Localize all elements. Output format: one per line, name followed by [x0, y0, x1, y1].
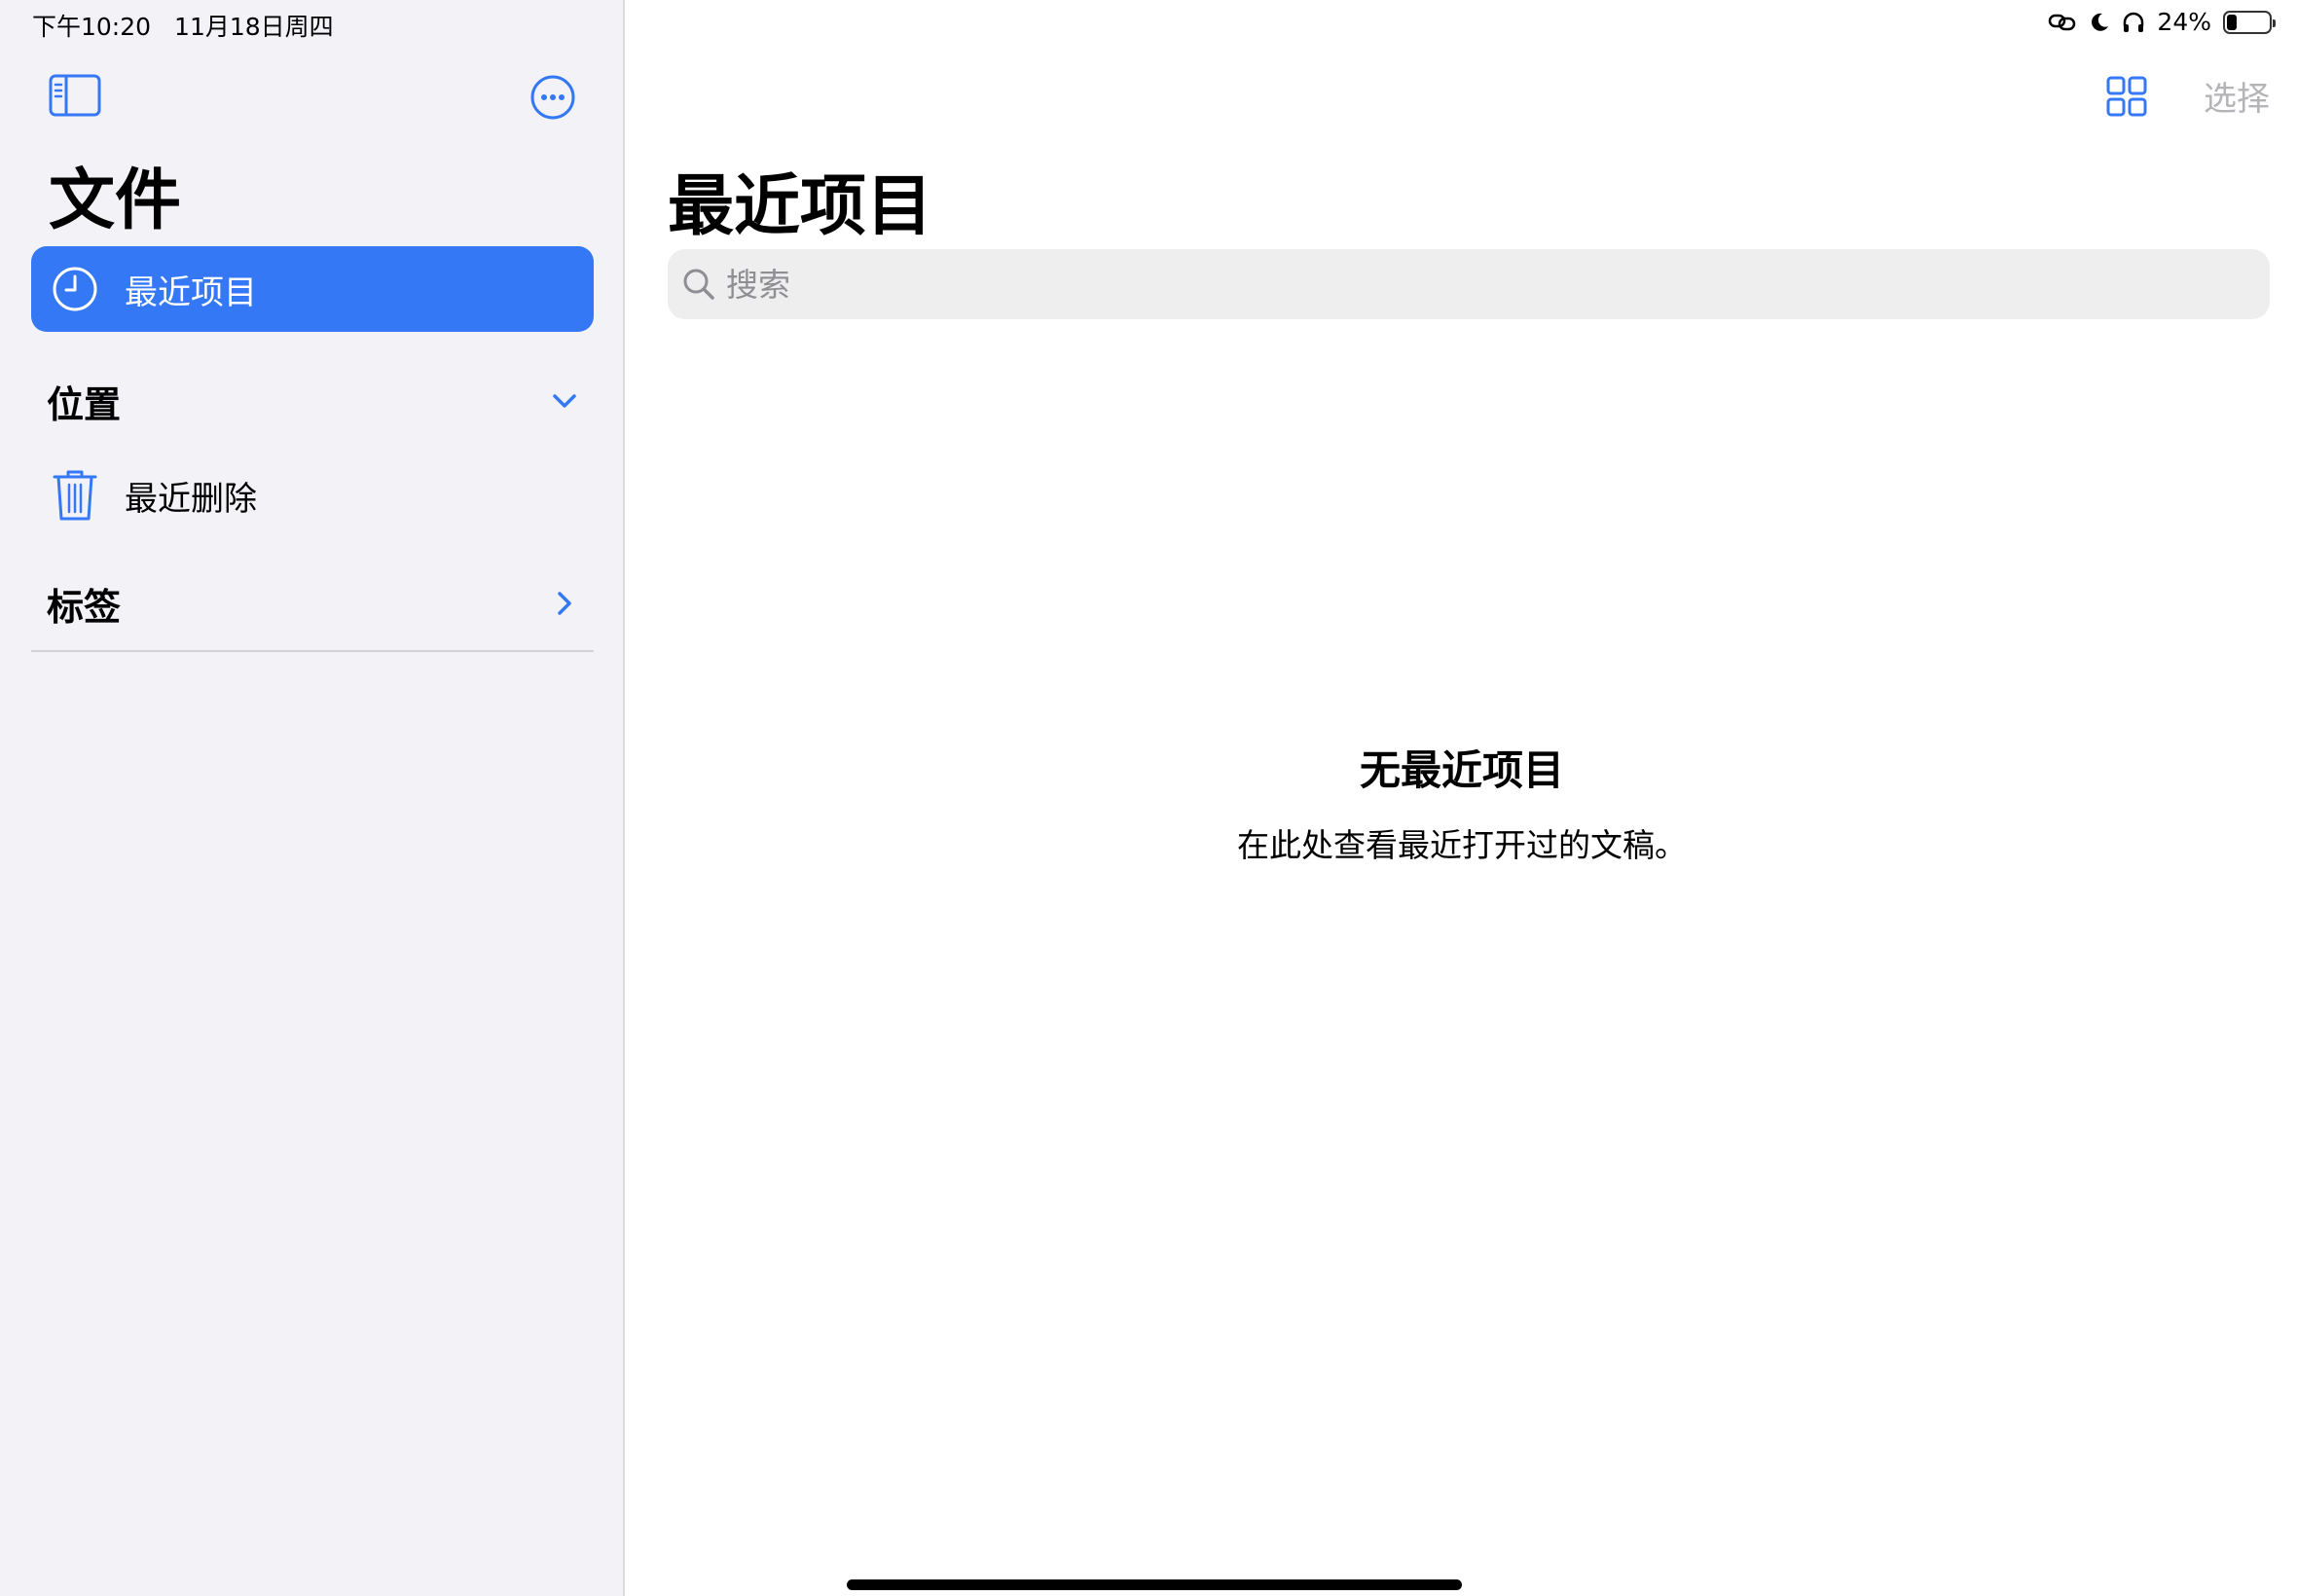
empty-state-subtitle: 在此处查看最近打开过的文稿。 — [1237, 826, 1687, 864]
ellipsis-circle-icon — [530, 75, 575, 120]
battery-nub — [2273, 18, 2276, 27]
battery-percentage: 24% — [2157, 8, 2211, 36]
more-options-button[interactable] — [529, 74, 576, 121]
grid-view-button[interactable] — [2106, 76, 2147, 117]
search-bar[interactable] — [668, 249, 2270, 319]
status-bar-right: 24% — [2048, 8, 2276, 36]
search-input[interactable] — [726, 265, 2186, 304]
magnifier-icon — [683, 269, 714, 300]
sidebar-divider — [31, 650, 594, 652]
screen-mirroring-icon — [2049, 14, 2076, 30]
status-date: 11月18日周四 — [174, 13, 334, 41]
grid-view-icon — [2106, 76, 2147, 117]
status-bar-left: 下午10:20 11月18日周四 — [32, 8, 334, 43]
chevron-down-icon — [553, 394, 576, 408]
section-header-label: 标签 — [47, 585, 122, 629]
sidebar-toggle-button[interactable] — [49, 74, 101, 119]
section-header-label: 位置 — [47, 382, 122, 426]
sidebar-item-recently-deleted[interactable]: 最近删除 — [31, 461, 594, 529]
sidebar-item-label: 最近删除 — [125, 479, 257, 519]
sidebar: 下午10:20 11月18日周四 文件 最近项目 位置 最近删除 标签 — [0, 0, 625, 1596]
select-button[interactable]: 选择 — [2204, 72, 2270, 120]
battery-icon — [2223, 10, 2276, 34]
headphones-icon — [2124, 12, 2144, 32]
page-title: 最近项目 — [668, 168, 933, 245]
trash-icon — [53, 470, 97, 521]
sidebar-item-label: 最近项目 — [125, 272, 257, 312]
battery-fill — [2227, 14, 2238, 30]
home-indicator[interactable] — [847, 1579, 1462, 1590]
status-time: 下午10:20 — [32, 13, 152, 41]
sidebar-title: 文件 — [49, 163, 182, 239]
section-header-tags[interactable]: 标签 — [31, 574, 594, 633]
clock-icon — [53, 267, 97, 311]
section-header-locations[interactable]: 位置 — [31, 372, 594, 430]
sidebar-item-recents[interactable]: 最近项目 — [31, 246, 594, 332]
moon-icon — [2092, 13, 2109, 31]
main-content: 24% 选择 最近项目 无最近项目 在此处查看最近打开过的文稿。 — [627, 0, 2297, 1596]
chevron-right-icon — [558, 592, 571, 615]
files-app-screen: 下午10:20 11月18日周四 文件 最近项目 位置 最近删除 标签 24% … — [0, 0, 2297, 1596]
empty-state-title: 无最近项目 — [1359, 746, 1564, 794]
sidebar-toggle-icon — [49, 74, 101, 117]
